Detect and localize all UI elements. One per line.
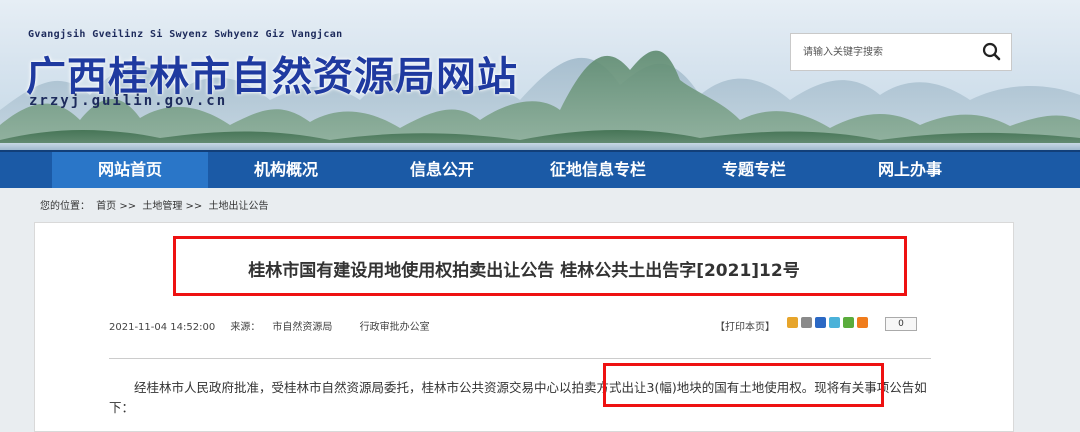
title-highlight-box [173, 236, 907, 296]
search-icon [982, 42, 1001, 61]
breadcrumb: 您的位置： 首页 >> 土地管理 >> 土地出让公告 [40, 197, 268, 212]
breadcrumb-separator: >> [119, 201, 137, 212]
nav-organization[interactable]: 机构概况 [208, 152, 364, 188]
nav-land-acquisition[interactable]: 征地信息专栏 [520, 152, 676, 188]
breadcrumb-home[interactable]: 首页 [96, 201, 116, 212]
nav-online-services[interactable]: 网上办事 [832, 152, 988, 188]
main-nav: 网站首页 机构概况 信息公开 征地信息专栏 专题专栏 网上办事 [0, 150, 1080, 188]
article-panel: 桂林市国有建设用地使用权拍卖出让公告 桂林公共土出告字[2021]12号 202… [34, 222, 1014, 432]
article-meta: 2021-11-04 14:52:00 来源： 市自然资源局 行政审批办公室 [109, 318, 442, 333]
article-department: 行政审批办公室 [359, 322, 430, 333]
breadcrumb-separator: >> [185, 201, 203, 212]
phrase-highlight-box [603, 363, 884, 407]
divider [109, 358, 931, 359]
breadcrumb-prefix: 您的位置： [40, 201, 90, 212]
renren-icon[interactable] [815, 317, 826, 328]
sina-weibo-icon[interactable] [801, 317, 812, 328]
nav-info-disclosure[interactable]: 信息公开 [364, 152, 520, 188]
share-count: 0 [885, 317, 917, 331]
site-domain: zrzyj.guilin.gov.cn [29, 93, 228, 109]
header-banner: Gvangjsih Gveilinz Si Swyenz Swhyenz Giz… [0, 0, 1080, 150]
print-page-link[interactable]: 【打印本页】 [715, 318, 775, 333]
search-box [790, 33, 1012, 71]
breadcrumb-land-transfer[interactable]: 土地出让公告 [208, 201, 268, 212]
qzone-icon[interactable] [787, 317, 798, 328]
nav-special-topics[interactable]: 专题专栏 [676, 152, 832, 188]
source-value: 市自然资源局 [272, 322, 333, 333]
tencent-weibo-icon[interactable] [829, 317, 840, 328]
search-input[interactable] [791, 34, 983, 70]
article-datetime: 2021-11-04 14:52:00 [109, 322, 216, 333]
article-source: 来源： 市自然资源局 [230, 322, 344, 333]
breadcrumb-land-management[interactable]: 土地管理 [142, 201, 182, 212]
site-subtitle: Gvangjsih Gveilinz Si Swyenz Swhyenz Giz… [28, 29, 343, 40]
search-button[interactable] [979, 40, 1005, 64]
nav-home[interactable]: 网站首页 [52, 152, 208, 188]
source-label: 来源： [230, 322, 261, 333]
douban-icon[interactable] [843, 317, 854, 328]
share-more-icon[interactable] [857, 317, 868, 328]
